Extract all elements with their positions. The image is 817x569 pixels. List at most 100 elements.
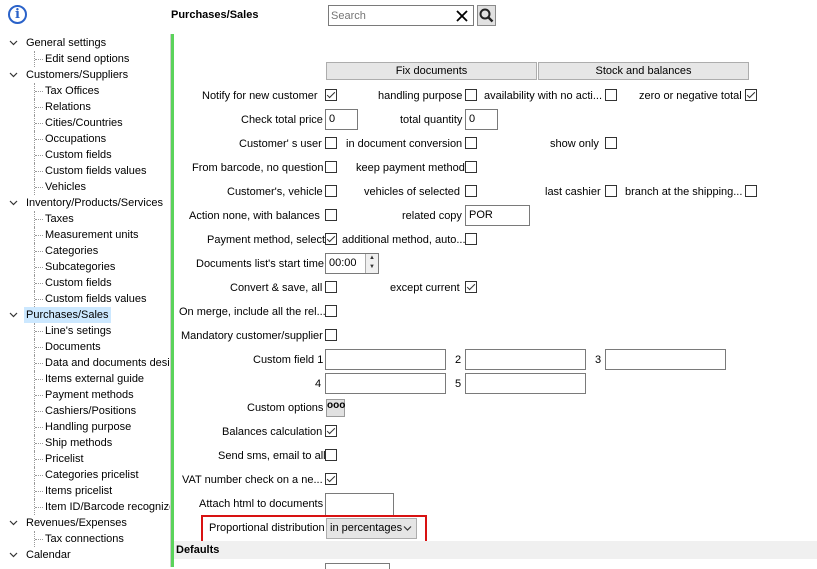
tree-line	[35, 219, 43, 220]
sidebar-item-label: Customers/Suppliers	[26, 69, 129, 81]
sidebar-item-custom-fields[interactable]: Custom fields	[0, 275, 170, 291]
notify-new-customer-checkbox[interactable]	[325, 89, 337, 101]
keep-payment-method-label: keep payment method	[356, 162, 465, 174]
search-button[interactable]	[477, 5, 496, 26]
sidebar-item-label: Inventory/Products/Services	[26, 197, 163, 209]
additional-method-checkbox[interactable]	[465, 233, 477, 245]
sidebar-item-custom-fields[interactable]: Custom fields	[0, 147, 170, 163]
on-merge-label: On merge, include all the rel...	[179, 306, 326, 318]
custom-field-2-input[interactable]	[465, 349, 586, 370]
stock-and-balances-button[interactable]: Stock and balances	[538, 62, 749, 80]
proportional-distribution-select[interactable]: in percentages	[326, 518, 417, 539]
sidebar-item-tax-connections[interactable]: Tax connections	[0, 531, 170, 547]
sidebar-item-label: Pricelist	[45, 453, 84, 465]
chevron-down-icon[interactable]	[8, 547, 18, 563]
vat-number-check-checkbox[interactable]	[325, 473, 337, 485]
sidebar-item-categories[interactable]: Categories	[0, 243, 170, 259]
sidebar-item-inventory-products-services[interactable]: Inventory/Products/Services	[0, 195, 170, 211]
action-none-checkbox[interactable]	[325, 209, 337, 221]
sidebar-item-handling-purpose[interactable]: Handling purpose	[0, 419, 170, 435]
payment-method-select-checkbox[interactable]	[325, 233, 337, 245]
sidebar-item-items-pricelist[interactable]: Items pricelist	[0, 483, 170, 499]
mandatory-customer-checkbox[interactable]	[325, 329, 337, 341]
except-current-checkbox[interactable]	[465, 281, 477, 293]
in-document-conversion-checkbox[interactable]	[465, 137, 477, 149]
sidebar-item-label: Custom fields values	[45, 165, 147, 177]
sidebar-item-purchases-sales[interactable]: Purchases/Sales	[0, 307, 170, 323]
custom-field-5-input[interactable]	[465, 373, 586, 394]
show-only-checkbox[interactable]	[605, 137, 617, 149]
custom-field-1-input[interactable]	[325, 349, 446, 370]
customers-user-checkbox[interactable]	[325, 137, 337, 149]
sidebar-item-cities-countries[interactable]: Cities/Countries	[0, 115, 170, 131]
sidebar-item-ship-methods[interactable]: Ship methods	[0, 435, 170, 451]
spin-up-icon[interactable]: ▲	[366, 254, 378, 263]
sidebar-item-payment-methods[interactable]: Payment methods	[0, 387, 170, 403]
customers-vehicle-checkbox[interactable]	[325, 185, 337, 197]
balances-calculation-checkbox[interactable]	[325, 425, 337, 437]
sidebar-item-general-settings[interactable]: General settings	[0, 35, 170, 51]
availability-checkbox[interactable]	[605, 89, 617, 101]
sidebar-item-documents[interactable]: Documents	[0, 339, 170, 355]
chevron-down-icon[interactable]	[8, 307, 18, 323]
branch-at-shipping-checkbox[interactable]	[745, 185, 757, 197]
spin-down-icon[interactable]: ▼	[366, 263, 378, 272]
vehicles-of-selected-label: vehicles of selected	[364, 186, 460, 198]
chevron-down-icon[interactable]	[8, 195, 18, 211]
tree-line	[35, 507, 43, 508]
check-total-price-input[interactable]: 0	[325, 109, 358, 130]
sidebar-item-vehicles[interactable]: Vehicles	[0, 179, 170, 195]
sidebar-item-measurement-units[interactable]: Measurement units	[0, 227, 170, 243]
custom-field-4-input[interactable]	[325, 373, 446, 394]
sidebar-item-pricelist[interactable]: Pricelist	[0, 451, 170, 467]
tree-line	[35, 59, 43, 60]
from-barcode-checkbox[interactable]	[325, 161, 337, 173]
sidebar-item-item-id-barcode-recognize[interactable]: Item ID/Barcode recognize	[0, 499, 170, 515]
sidebar-item-custom-fields-values[interactable]: Custom fields values	[0, 163, 170, 179]
documents-start-time-input[interactable]: 00:00 ▲ ▼	[325, 253, 379, 274]
custom-field-4-label: 4	[315, 378, 322, 390]
last-cashier-checkbox[interactable]	[605, 185, 617, 197]
convert-save-all-checkbox[interactable]	[325, 281, 337, 293]
keep-payment-method-checkbox[interactable]	[465, 161, 477, 173]
sidebar-item-revenues-expenses[interactable]: Revenues/Expenses	[0, 515, 170, 531]
custom-field-3-input[interactable]	[605, 349, 726, 370]
attach-html-input[interactable]	[325, 493, 394, 517]
sidebar-item-items-external-guide[interactable]: Items external guide	[0, 371, 170, 387]
vehicles-of-selected-checkbox[interactable]	[465, 185, 477, 197]
sidebar-item-tax-offices[interactable]: Tax Offices	[0, 83, 170, 99]
sidebar-item-taxes[interactable]: Taxes	[0, 211, 170, 227]
time-spinner[interactable]: ▲ ▼	[365, 254, 378, 273]
tree-line	[35, 91, 43, 92]
sidebar-item-line-s-setings[interactable]: Line's setings	[0, 323, 170, 339]
sidebar-item-calendar[interactable]: Calendar	[0, 547, 170, 563]
fix-documents-button[interactable]: Fix documents	[326, 62, 537, 80]
send-sms-email-checkbox[interactable]	[325, 449, 337, 461]
sidebar-item-data-and-documents-desi[interactable]: Data and documents desi	[0, 355, 170, 371]
sidebar-item-categories-pricelist[interactable]: Categories pricelist	[0, 467, 170, 483]
total-quantity-input[interactable]: 0	[465, 109, 498, 130]
info-icon[interactable]: i	[8, 5, 27, 24]
sidebar-item-occupations[interactable]: Occupations	[0, 131, 170, 147]
sidebar-item-edit-send-options[interactable]: Edit send options	[0, 51, 170, 67]
chevron-down-icon[interactable]	[8, 35, 18, 51]
sidebar-item-cashiers-positions[interactable]: Cashiers/Positions	[0, 403, 170, 419]
custom-options-button[interactable]: ooo	[326, 399, 345, 417]
tree-line	[35, 411, 43, 412]
sidebar-item-relations[interactable]: Relations	[0, 99, 170, 115]
related-copy-input[interactable]: POR	[465, 205, 530, 226]
sidebar-item-custom-fields-values[interactable]: Custom fields values	[0, 291, 170, 307]
chevron-down-icon[interactable]	[8, 515, 18, 531]
search-input[interactable]	[331, 8, 451, 23]
sidebar-item-customers-suppliers[interactable]: Customers/Suppliers	[0, 67, 170, 83]
handling-purpose-checkbox[interactable]	[465, 89, 477, 101]
on-merge-checkbox[interactable]	[325, 305, 337, 317]
custom-field-1-label: Custom field 1	[253, 354, 324, 366]
tree-line	[35, 267, 43, 268]
payment-method-select-label: Payment method, select	[207, 234, 326, 246]
clear-icon[interactable]	[454, 7, 470, 24]
chevron-down-icon[interactable]	[8, 67, 18, 83]
zero-negative-total-checkbox[interactable]	[745, 89, 757, 101]
defaults-input[interactable]	[325, 563, 390, 569]
sidebar-item-subcategories[interactable]: Subcategories	[0, 259, 170, 275]
